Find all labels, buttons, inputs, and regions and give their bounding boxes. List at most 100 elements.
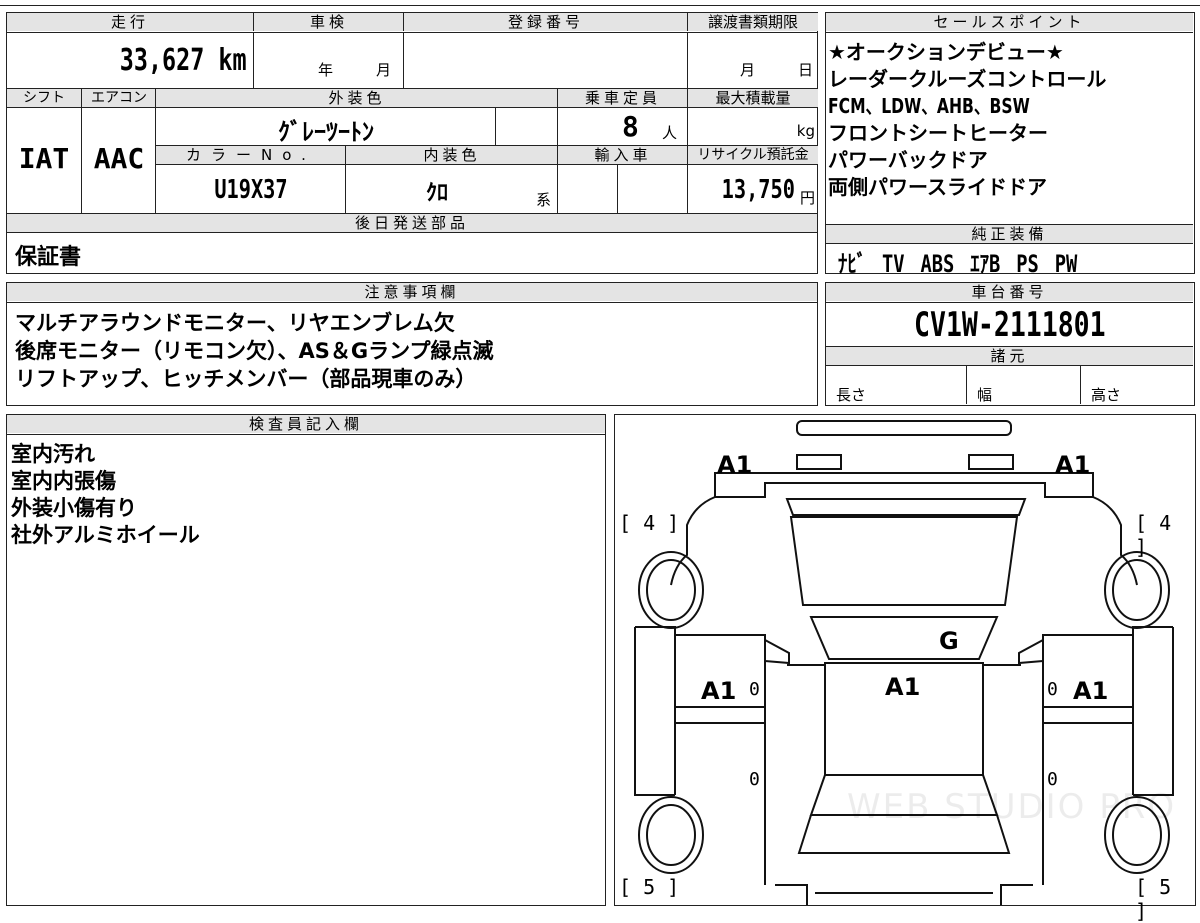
color-no-cell: U19X37 [155, 164, 345, 213]
interior-color-header: 内装色 [345, 145, 558, 164]
sales-point-item: FCM、LDW、AHB、BSW [828, 94, 1030, 118]
top-clipped-strip [0, 0, 1200, 6]
sales-points-box: セールスポイント ★オークションデビュー★ レーダークルーズコントロール FCM… [825, 12, 1195, 278]
sales-points-list: ★オークションデビュー★ レーダークルーズコントロール FCM、LDW、AHB、… [826, 32, 1193, 224]
specs-header: 諸元 [826, 346, 1193, 365]
inspector-note: 外装小傷有り [11, 496, 137, 520]
mark-door-left: A1 [701, 677, 737, 705]
ac-header: エアコン [81, 88, 156, 107]
spec-height-label: 高さ [1091, 386, 1122, 404]
spec-height: 高さ [1080, 365, 1193, 404]
chassis-cell: CV1W-2111801 [826, 302, 1193, 346]
inspector-note: 室内内張傷 [11, 469, 116, 493]
notes-header: 注意事項欄 [7, 283, 817, 301]
sales-point-item: レーダークルーズコントロール [828, 67, 1107, 91]
car-diagram [634, 420, 1174, 905]
interior-color-value: ｸﾛ [426, 181, 449, 206]
mileage-cell: 33,627 km [7, 32, 253, 88]
ac-cell: AAC [81, 107, 155, 213]
color-no-value: U19X37 [214, 175, 288, 205]
car-diagram-box: A1 A1 [ 4 ] [ 4 ] [ 5 ] [ 5 ] G A1 A1 A1… [614, 414, 1196, 923]
mark-tire-front-right: [ 4 ] [1135, 511, 1172, 559]
exterior-color-header: 外装色 [155, 88, 558, 107]
deadline-month-unit: 月 [740, 61, 756, 79]
recycle-value: 13,750 [721, 175, 795, 205]
spec-length: 長さ [826, 365, 966, 404]
mark-door-right: A1 [1073, 677, 1109, 705]
mileage-header: 走行 [7, 13, 253, 31]
capacity-header: 乗車定員 [557, 88, 688, 107]
shift-cell: IAT [7, 107, 81, 213]
recycle-unit: 円 [799, 189, 815, 207]
inspector-list: 室内汚れ 室内内張傷 外装小傷有り 社外アルミホイール [7, 434, 605, 549]
shift-header: シフト [7, 88, 81, 107]
inspector-header: 検査員記入欄 [7, 415, 605, 433]
later-parts-header: 後日発送部品 [7, 213, 817, 232]
note-item: 後席モニター（リモコン欠）、AS＆Gランプ緑点滅 [15, 339, 494, 363]
inspector-note: 室内汚れ [11, 442, 95, 466]
notes-box: 注意事項欄 マルチアラウンドモニター、リヤエンブレム欠 後席モニター（リモコン欠… [6, 282, 818, 406]
exterior-color-extra [495, 107, 557, 145]
max-load-header: 最大積載量 [687, 88, 818, 107]
interior-color-cell: ｸﾛ 系 [345, 164, 557, 213]
mark-front-left: A1 [717, 451, 753, 479]
mileage-value: 33,627 [120, 43, 205, 78]
mileage-unit: km [218, 43, 247, 78]
sales-point-item: パワーバックドア [828, 148, 988, 172]
import-cell-b [617, 164, 687, 213]
mark-front-right: A1 [1055, 451, 1091, 479]
later-parts-cell: 保証書 [7, 232, 817, 272]
note-item: リフトアップ、ヒッチメンバー（部品現車のみ） [15, 367, 477, 391]
shaken-header: 車検 [253, 13, 404, 31]
watermark: WEB STUDIO PRO [847, 787, 1177, 827]
mark-door-rear-left-zero: 0 [749, 769, 760, 790]
color-no-header: カラーNo. [155, 145, 346, 164]
note-item: マルチアラウンドモニター、リヤエンブレム欠 [15, 311, 455, 335]
import-header: 輸入車 [557, 145, 688, 164]
spec-width-label: 幅 [977, 386, 993, 404]
max-load-cell: kg [687, 107, 817, 145]
sales-point-item: 両側パワースライドドア [828, 175, 1047, 199]
mark-windshield: G [939, 627, 959, 655]
import-cell-a [557, 164, 617, 213]
inspector-box: 検査員記入欄 室内汚れ 室内内張傷 外装小傷有り 社外アルミホイール [6, 414, 606, 906]
shaken-year-unit: 年 [318, 61, 334, 79]
shaken-cell: 年 月 [253, 32, 403, 88]
sales-point-item: ★オークションデビュー★ [828, 40, 1064, 64]
mark-tire-rear-right: [ 5 ] [1135, 875, 1172, 923]
mark-tire-rear-left: [ 5 ] [619, 875, 680, 899]
ac-value: AAC [93, 142, 145, 175]
deadline-day-unit: 日 [798, 61, 814, 79]
mark-roof: A1 [885, 673, 921, 701]
transfer-deadline-header: 譲渡書類期限 [687, 13, 818, 31]
recycle-header: リサイクル預託金 [687, 145, 818, 164]
genuine-equipment-header: 純正装備 [826, 224, 1193, 243]
exterior-color-cell: ｸﾞﾚｰﾂｰﾄﾝ [155, 107, 495, 146]
shift-value: IAT [18, 142, 70, 175]
recycle-cell: 13,750 円 [687, 164, 817, 213]
chassis-header: 車台番号 [826, 283, 1193, 301]
chassis-box: 車台番号 CV1W-2111801 諸元 長さ 幅 高さ [825, 282, 1195, 406]
genuine-equipment-cell: ﾅﾋﾞ TV ABS ｴｱB PS PW [826, 243, 1193, 278]
capacity-value: 8 [622, 110, 639, 143]
mark-tire-front-left: [ 4 ] [619, 511, 680, 535]
chassis-value: CV1W-2111801 [913, 305, 1106, 345]
registration-cell [403, 32, 687, 88]
vehicle-info-table: 走行 車検 登録番号 譲渡書類期限 33,627 km 年 月 月 日 シフト … [6, 12, 818, 274]
load-unit: kg [796, 122, 815, 140]
sales-point-item: フロントシートヒーター [828, 121, 1048, 145]
sales-points-header: セールスポイント [826, 13, 1193, 31]
exterior-color-value: ｸﾞﾚｰﾂｰﾄﾝ [278, 118, 374, 146]
deadline-cell: 月 日 [687, 32, 817, 88]
inspector-note: 社外アルミホイール [11, 523, 200, 547]
interior-color-suffix: 系 [536, 191, 552, 209]
notes-list: マルチアラウンドモニター、リヤエンブレム欠 後席モニター（リモコン欠）、AS＆G… [7, 302, 817, 404]
spec-length-label: 長さ [836, 386, 867, 404]
later-parts-value: 保証書 [15, 245, 82, 270]
capacity-cell: 8 人 [557, 107, 687, 145]
genuine-equipment-value: ﾅﾋﾞ TV ABS ｴｱB PS PW [838, 250, 1078, 278]
mark-door-front-left-zero: 0 [749, 679, 760, 700]
spec-width: 幅 [966, 365, 1080, 404]
mark-door-front-right-zero: 0 [1047, 679, 1058, 700]
capacity-unit: 人 [662, 124, 678, 142]
